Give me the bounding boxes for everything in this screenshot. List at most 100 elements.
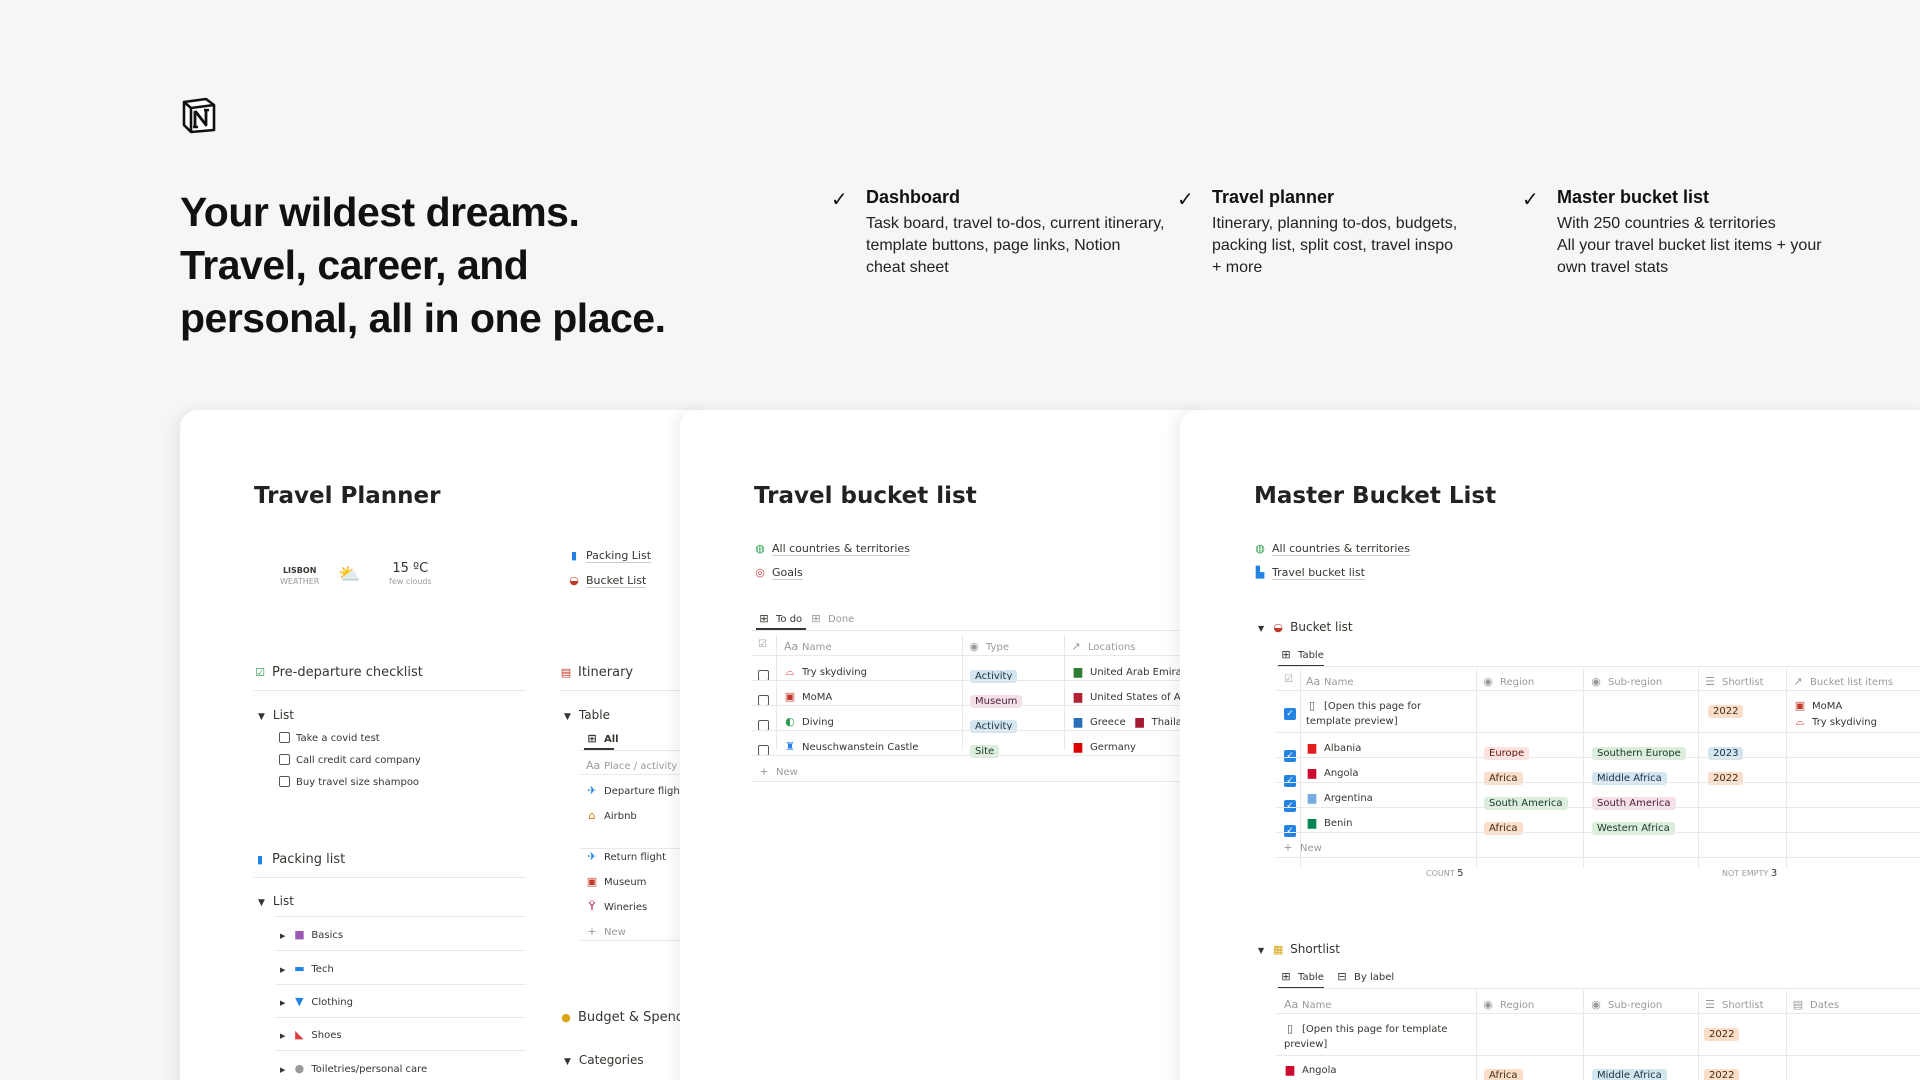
master-row-name[interactable]: ▆ Angola [1306, 766, 1359, 779]
shortlist-row-name[interactable]: ▯ [Open this page for template preview] [1284, 1021, 1447, 1052]
checklist-item[interactable]: Take a covid test [279, 732, 380, 744]
master-row-name[interactable]: ▆ Benin [1306, 816, 1353, 829]
column-header-place[interactable]: Aa Place / activity [586, 759, 677, 772]
master-row-name[interactable]: ▯ [Open this page for template preview] [1306, 698, 1421, 729]
row-checkbox[interactable]: ✓ [1284, 791, 1296, 812]
page-title: Travel Planner [254, 483, 441, 509]
itinerary-row[interactable]: ✈ Return flight [586, 850, 666, 863]
checkbox[interactable] [279, 754, 290, 765]
column-header-shortlist[interactable]: ☰ Shortlist [1704, 675, 1764, 688]
item-label: Try skydiving [1812, 717, 1877, 728]
section-pre-departure[interactable]: ☑ Pre-departure checklist [254, 665, 423, 680]
link-goals[interactable]: ◎ Goals [754, 566, 803, 580]
new-row-button[interactable]: + New [586, 925, 625, 938]
view-tab-all[interactable]: ⊞ All [586, 732, 618, 745]
column-label: Shortlist [1722, 677, 1764, 688]
packing-item[interactable]: ▶ ● Toiletries/personal care [280, 1062, 427, 1075]
triangle-right-icon: ▶ [280, 966, 286, 974]
select-all-checkbox-icon[interactable]: ☑ [758, 639, 767, 650]
checklist-item[interactable]: Buy travel size shampoo [279, 776, 419, 788]
row-checkbox[interactable]: ✓ [1284, 816, 1296, 837]
toggle-list[interactable]: ▼ List [258, 894, 294, 908]
column-header-region[interactable]: ◉ Region [1482, 998, 1534, 1011]
column-header-name[interactable]: Aa Name [1306, 675, 1354, 688]
tag-label: Activity [970, 670, 1018, 683]
packing-item[interactable]: ▶ ■ Basics [280, 928, 343, 941]
section-bucket-list[interactable]: ▼ ◒ Bucket list [1258, 620, 1353, 634]
travel-planner-card: Travel Planner LISBON WEATHER ⛅ 15 ºC fe… [180, 410, 720, 1080]
itinerary-row[interactable]: Ÿ Wineries [586, 900, 648, 913]
toggle-label: List [272, 708, 294, 722]
master-row-name[interactable]: ▆ Albania [1306, 741, 1362, 754]
column-header-region[interactable]: ◉ Region [1482, 675, 1534, 688]
column-label: Name [1324, 677, 1354, 688]
toggle-list[interactable]: ▼ List [258, 708, 294, 722]
link-travel-bucket-list[interactable]: ▙ Travel bucket list [1254, 566, 1365, 580]
itinerary-row[interactable]: ⌂ Airbnb [586, 809, 637, 822]
tab-to-do[interactable]: ⊞ To do [758, 612, 802, 625]
bucket-row-name[interactable]: ♜ Neuschwanstein Castle [784, 740, 918, 753]
location-cell[interactable]: ▆ United States of Ar [1072, 690, 1185, 703]
bucket-row-name[interactable]: ▣ MoMA [784, 690, 832, 703]
location-cell[interactable]: ▆ United Arab Emirat [1072, 665, 1186, 678]
column-header-name[interactable]: Aa Name [1284, 998, 1332, 1011]
view-tab-table[interactable]: ⊞ Table [1280, 648, 1324, 661]
link-all-countries[interactable]: ◍ All countries & territories [1254, 542, 1410, 556]
tab-done[interactable]: ⊞ Done [810, 612, 854, 625]
luggage-icon: ▮ [570, 549, 578, 562]
link-all-countries[interactable]: ◍ All countries & territories [754, 542, 910, 556]
link-packing-list[interactable]: ▮ Packing List [568, 549, 652, 563]
location-cell[interactable]: ▆ Germany [1072, 740, 1136, 753]
view-tab-table[interactable]: ⊞ Table [1280, 970, 1323, 983]
master-row-name[interactable]: ▆ Argentina [1306, 791, 1373, 804]
money-bag-icon: ● [561, 1011, 571, 1024]
select-all-checkbox-icon[interactable]: ☑ [1284, 674, 1293, 685]
section-packing[interactable]: ▮ Packing list [254, 852, 345, 867]
toggle-table[interactable]: ▼ Table [564, 708, 610, 722]
location-label: Germany [1090, 742, 1136, 753]
column-header-bucket-items[interactable]: ↗ Bucket list items [1792, 675, 1893, 688]
location-cell[interactable]: ▆ Greece ▆ Thailar [1072, 715, 1186, 728]
new-row-button[interactable]: + New [758, 765, 797, 778]
column-header-type[interactable]: ◉ Type [968, 640, 1009, 653]
column-header-locations[interactable]: ↗ Locations [1070, 640, 1135, 653]
weather-widget: LISBON WEATHER [280, 565, 319, 587]
bucket-row-name[interactable]: ◐ Diving [784, 715, 834, 728]
row-checkbox[interactable]: ✓ [1284, 741, 1296, 762]
count-summary[interactable]: COUNT 5 [1426, 868, 1464, 879]
row-checkbox[interactable]: ✓ [1284, 699, 1296, 720]
section-itinerary[interactable]: ▤ Itinerary [560, 665, 633, 680]
bucket-items-cell[interactable]: ▣ MoMA ⌓ Try skydiving [1794, 698, 1877, 730]
packing-item[interactable]: ▶ ◣ Shoes [280, 1028, 342, 1041]
flag-icon: ▆ [1285, 1063, 1295, 1076]
feature-master-bucket-list: ✓ Master bucket list With 250 countries … [1522, 187, 1857, 279]
link-bucket-list[interactable]: ◒ Bucket List [568, 574, 647, 588]
summary-label: COUNT [1426, 869, 1455, 878]
row-checkbox[interactable]: ✓ [1284, 766, 1296, 787]
bucket-row-name[interactable]: ⌓ Try skydiving [784, 665, 867, 679]
new-row-button[interactable]: + New [1282, 841, 1321, 854]
toggle-categories[interactable]: ▼ Categories [564, 1053, 644, 1067]
packing-item[interactable]: ▶ ▬ Tech [280, 962, 334, 975]
checkbox[interactable] [279, 776, 290, 787]
section-budget[interactable]: ● Budget & Spendi [560, 1010, 688, 1025]
column-header-subregion[interactable]: ◉ Sub-region [1590, 675, 1662, 688]
itinerary-row[interactable]: ▣ Museum [586, 875, 647, 888]
column-header-subregion[interactable]: ◉ Sub-region [1590, 998, 1662, 1011]
packing-item[interactable]: ▶ ▼ Clothing [280, 995, 353, 1008]
not-empty-summary[interactable]: NOT EMPTY 3 [1722, 868, 1777, 879]
text-property-icon: Aa [1284, 998, 1299, 1011]
column-label: Place / activity [604, 761, 678, 772]
checkbox[interactable] [279, 732, 290, 743]
checklist-item[interactable]: Call credit card company [279, 754, 421, 766]
itinerary-row[interactable]: ✈ Departure flight [586, 784, 683, 797]
weather-reading: 15 ºC few clouds [389, 562, 432, 588]
column-header-name[interactable]: Aa Name [784, 640, 832, 653]
column-header-dates[interactable]: ▤ Dates [1792, 998, 1839, 1011]
section-shortlist[interactable]: ▼ ▦ Shortlist [1258, 942, 1340, 956]
shortlist-row-name[interactable]: ▆ Angola [1284, 1063, 1337, 1076]
feature-travel-planner: ✓ Travel planner Itinerary, planning to-… [1177, 187, 1512, 279]
tab-label: Table [1298, 650, 1324, 661]
column-header-shortlist[interactable]: ☰ Shortlist [1704, 998, 1763, 1011]
view-tab-by-label[interactable]: ⊟ By label [1336, 970, 1394, 983]
